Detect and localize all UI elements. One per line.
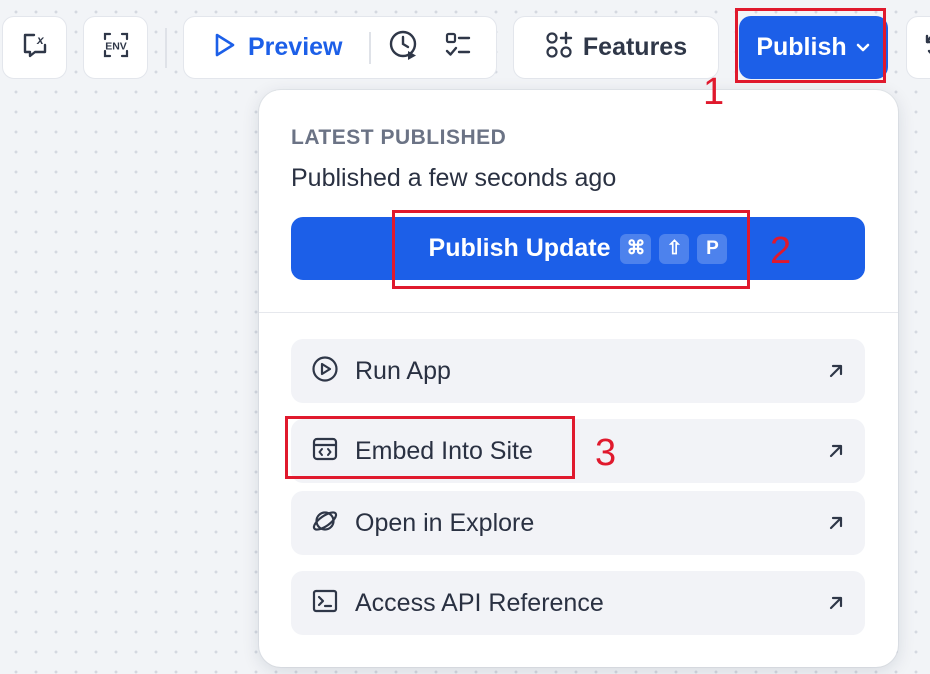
- preview-group: Preview: [183, 16, 497, 79]
- publish-dropdown: LATEST PUBLISHED Published a few seconds…: [259, 90, 898, 667]
- external-arrow-icon: [827, 362, 845, 380]
- open-in-explore-item[interactable]: Open in Explore: [291, 491, 865, 555]
- env-icon: ENV: [100, 30, 132, 65]
- access-api-reference-label: Access API Reference: [355, 588, 604, 617]
- annotation-number-3: 3: [595, 432, 617, 474]
- play-circle-icon: [311, 355, 339, 388]
- command-key-badge: ⌘: [620, 233, 652, 264]
- toolbar-divider: [165, 28, 167, 68]
- publish-update-label: Publish Update: [428, 234, 611, 262]
- annotation-number-1: 1: [703, 71, 725, 113]
- shift-key-badge: ⇧: [659, 233, 690, 264]
- latest-published-heading: LATEST PUBLISHED: [291, 126, 507, 149]
- access-api-reference-item[interactable]: Access API Reference: [291, 571, 865, 635]
- run-app-label: Run App: [355, 356, 451, 385]
- published-status: Published a few seconds ago: [291, 164, 617, 192]
- open-in-explore-label: Open in Explore: [355, 508, 535, 537]
- embed-into-site-item[interactable]: Embed Into Site: [291, 419, 865, 483]
- restore-button[interactable]: [906, 16, 930, 79]
- play-icon: [212, 32, 236, 63]
- env-button[interactable]: ENV: [83, 16, 148, 79]
- terminal-icon: [311, 587, 339, 620]
- dropdown-divider: [259, 312, 898, 313]
- run-app-item[interactable]: Run App: [291, 339, 865, 403]
- p-key-badge: P: [697, 233, 728, 264]
- features-icon: [545, 31, 573, 64]
- embed-into-site-label: Embed Into Site: [355, 436, 533, 465]
- explore-icon: [311, 507, 339, 540]
- publish-button[interactable]: Publish: [739, 16, 888, 79]
- external-arrow-icon: [827, 442, 845, 460]
- external-arrow-icon: [827, 594, 845, 612]
- preview-group-divider: [368, 31, 371, 64]
- chat-variable-icon: x: [20, 30, 50, 65]
- features-button[interactable]: Features: [513, 16, 719, 79]
- svg-text:ENV: ENV: [105, 41, 127, 53]
- publish-label: Publish: [756, 33, 847, 61]
- annotation-number-2: 2: [770, 230, 792, 272]
- preview-button[interactable]: Preview: [248, 33, 343, 62]
- features-label: Features: [582, 33, 688, 61]
- external-arrow-icon: [827, 514, 845, 532]
- variable-inspect-button[interactable]: x: [2, 16, 67, 79]
- chevron-down-icon: [855, 33, 871, 62]
- checklist-icon[interactable]: [443, 30, 473, 65]
- embed-icon: [311, 435, 339, 468]
- history-icon[interactable]: [387, 28, 421, 67]
- svg-text:x: x: [36, 33, 45, 47]
- restore-icon: [921, 30, 930, 65]
